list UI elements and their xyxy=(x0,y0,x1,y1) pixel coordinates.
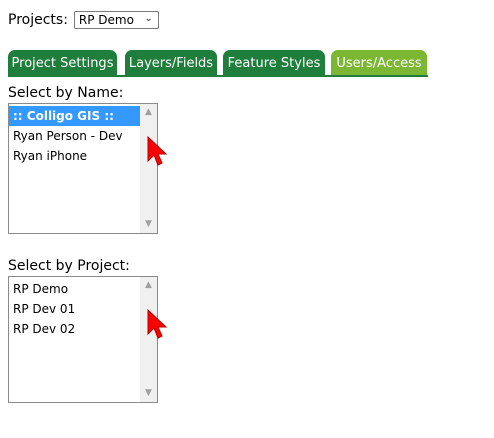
scroll-up-icon[interactable]: ▲ xyxy=(140,277,157,294)
tab-underline xyxy=(8,75,428,77)
scroll-down-icon[interactable]: ▼ xyxy=(140,385,157,402)
list-item[interactable]: RP Dev 02 xyxy=(9,319,140,339)
tab-users-access[interactable]: Users/Access xyxy=(331,50,427,77)
projects-select-value: RP Demo xyxy=(78,13,134,27)
tab-bar: Project Settings Layers/Fields Feature S… xyxy=(8,50,428,77)
list-item[interactable]: Ryan iPhone xyxy=(9,146,140,166)
select-by-project-items: RP Demo RP Dev 01 RP Dev 02 xyxy=(9,277,140,402)
scroll-down-icon[interactable]: ▼ xyxy=(140,216,157,233)
list-item[interactable]: RP Demo xyxy=(9,279,140,299)
list-item[interactable]: RP Dev 01 xyxy=(9,299,140,319)
chevron-down-icon: ⌄ xyxy=(144,13,153,24)
select-by-project-listbox[interactable]: RP Demo RP Dev 01 RP Dev 02 ▲ ▼ xyxy=(8,276,158,403)
projects-select[interactable]: RP Demo ⌄ xyxy=(73,11,159,29)
pointer-cursor-icon xyxy=(147,136,168,166)
tab-feature-styles[interactable]: Feature Styles xyxy=(223,50,325,77)
scroll-up-icon[interactable]: ▲ xyxy=(140,104,157,121)
pointer-cursor-icon xyxy=(147,309,168,339)
projects-label: Projects: xyxy=(8,12,68,28)
select-by-name-label: Select by Name: xyxy=(8,85,124,101)
select-by-name-items: :: Colligo GIS :: Ryan Person - Dev Ryan… xyxy=(9,104,140,233)
select-by-project-label: Select by Project: xyxy=(8,258,130,274)
scrollbar[interactable]: ▲ ▼ xyxy=(140,104,157,233)
list-item[interactable]: :: Colligo GIS :: xyxy=(9,106,140,126)
tab-layers-fields[interactable]: Layers/Fields xyxy=(125,50,217,77)
select-by-name-listbox[interactable]: :: Colligo GIS :: Ryan Person - Dev Ryan… xyxy=(8,103,158,234)
list-item[interactable]: Ryan Person - Dev xyxy=(9,126,140,146)
tab-project-settings[interactable]: Project Settings xyxy=(8,50,117,77)
projects-row: Projects: RP Demo ⌄ xyxy=(8,10,159,30)
